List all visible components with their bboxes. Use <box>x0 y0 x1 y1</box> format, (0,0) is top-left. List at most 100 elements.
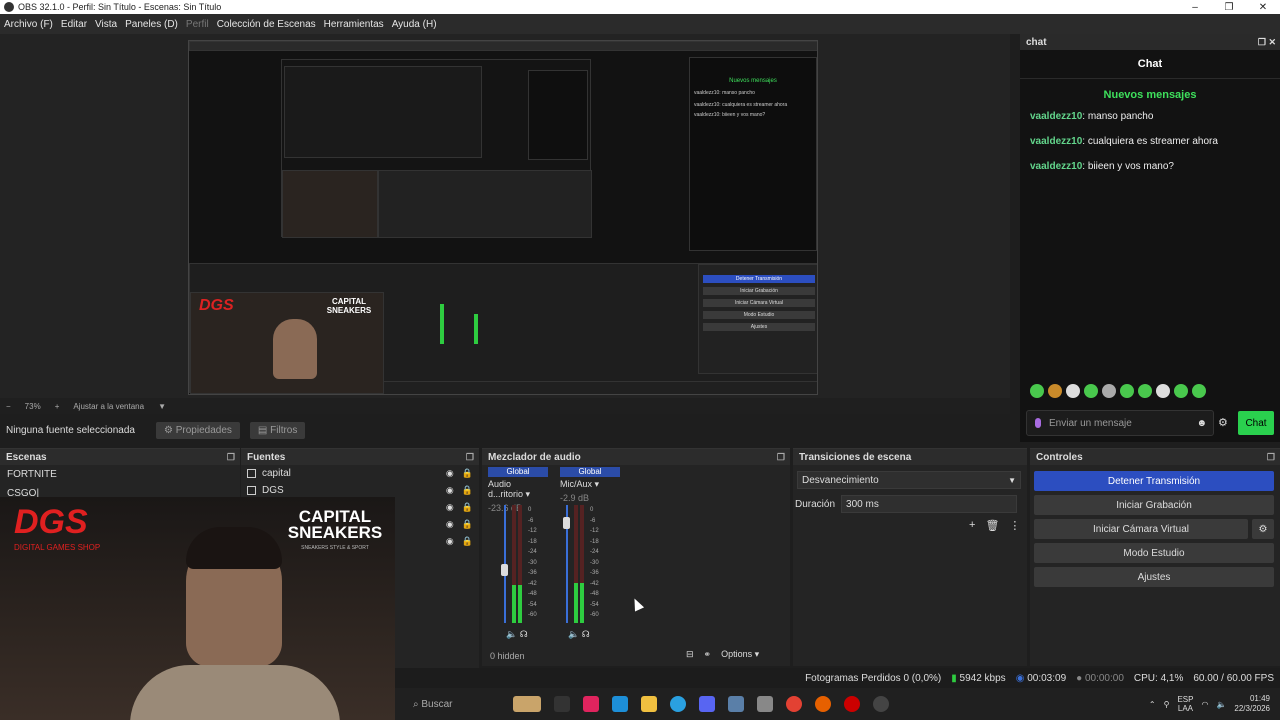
eye-icon[interactable]: ◉ <box>446 485 454 496</box>
chevron-up-icon[interactable]: ⌃ <box>1149 700 1156 709</box>
scale-tick: -42 <box>590 580 599 587</box>
channel-name[interactable]: Mic/Aux ▾ <box>560 479 620 490</box>
tiktok-icon[interactable] <box>583 696 599 712</box>
channel-name[interactable]: Audio d...ritorio ▾ <box>488 479 548 500</box>
layout-icon[interactable]: ⊟ <box>686 649 694 660</box>
menu-vista[interactable]: Vista <box>95 19 117 30</box>
mic-icon[interactable] <box>1035 418 1041 428</box>
edge-icon[interactable] <box>612 696 628 712</box>
options-button[interactable]: Options ▾ <box>721 649 759 660</box>
scale-tick: -60 <box>528 612 537 618</box>
transition-select[interactable]: Desvanecimiento ▼ <box>797 471 1021 489</box>
wifi-icon[interactable]: ◠ <box>1201 700 1208 709</box>
chrome-icon[interactable] <box>786 696 802 712</box>
chat-input[interactable]: Enviar un mensaje ☻ <box>1026 410 1214 436</box>
start-virtual-camera-button[interactable]: Iniciar Cámara Virtual <box>1034 519 1248 539</box>
emote-icon[interactable] <box>1138 384 1152 398</box>
emote-icon[interactable] <box>1030 384 1044 398</box>
dock-float-icon[interactable]: ❐ <box>777 452 785 463</box>
volume-slider-knob[interactable] <box>563 517 570 529</box>
emote-icon[interactable] <box>1192 384 1206 398</box>
task-view-icon[interactable] <box>554 696 570 712</box>
app-icon[interactable] <box>844 696 860 712</box>
dock-float-icon[interactable]: ❐ <box>466 452 474 463</box>
mixer-footer: ⊟ ⚭ Options ▾ <box>686 649 759 660</box>
preview-canvas[interactable]: Nuevos mensajes vaaldezz10: manso pancho… <box>188 40 818 395</box>
signal-icon: ▮ <box>951 672 957 684</box>
dock-float-icon[interactable]: ❐ <box>1267 452 1275 463</box>
emote-icon[interactable] <box>1120 384 1134 398</box>
emote-icon[interactable] <box>1084 384 1098 398</box>
chat-settings-icon[interactable]: ⚙ <box>1218 416 1228 429</box>
trash-icon[interactable]: 🗑 <box>985 519 999 532</box>
clock[interactable]: 01:49 22/3/2026 <box>1234 694 1270 714</box>
lock-icon[interactable]: 🔒 <box>462 468 473 479</box>
duration-input[interactable]: 300 ms <box>841 495 1018 513</box>
new-messages-banner[interactable]: Nuevos mensajes <box>1020 89 1280 101</box>
emote-icon[interactable] <box>1156 384 1170 398</box>
volume-slider-knob[interactable] <box>501 564 508 576</box>
lock-icon[interactable]: 🔒 <box>462 536 473 547</box>
properties-button[interactable]: ⚙ Propiedades <box>156 421 240 439</box>
speaker-icon[interactable]: 🔈 <box>568 629 579 639</box>
close-icon[interactable]: ✕ <box>1246 2 1280 13</box>
lock-icon[interactable]: 🔒 <box>462 502 473 513</box>
maximize-icon[interactable]: ❐ <box>1212 2 1246 13</box>
lock-icon[interactable]: 🔒 <box>462 485 473 496</box>
firefox-icon[interactable] <box>815 696 831 712</box>
menu-herramientas[interactable]: Herramientas <box>324 19 384 30</box>
chat-send-button[interactable]: Chat <box>1238 411 1274 435</box>
link-icon[interactable]: ⚭ <box>704 649 712 660</box>
start-recording-button[interactable]: Iniciar Grabación <box>1034 495 1274 515</box>
volume-icon[interactable]: 🔈 <box>1216 700 1226 709</box>
eye-icon[interactable]: ◉ <box>446 468 454 479</box>
emote-icon[interactable] <box>1066 384 1080 398</box>
menu-archivo[interactable]: Archivo (F) <box>4 19 53 30</box>
menu-coleccion-escenas[interactable]: Colección de Escenas <box>217 19 316 30</box>
minimize-icon[interactable]: – <box>1178 2 1212 13</box>
obs-icon[interactable] <box>873 696 889 712</box>
scene-item[interactable]: FORTNITE <box>0 465 240 484</box>
add-icon[interactable]: + <box>969 519 975 532</box>
emote-icon[interactable] <box>1048 384 1062 398</box>
emote-icon[interactable] <box>1102 384 1116 398</box>
stop-stream-button[interactable]: Detener Transmisión <box>1034 471 1274 491</box>
menu-ayuda[interactable]: Ayuda (H) <box>392 19 437 30</box>
emote-icon[interactable] <box>1174 384 1188 398</box>
zoom-dropdown-icon[interactable]: ▼ <box>158 402 166 411</box>
menu-paneles[interactable]: Paneles (D) <box>125 19 178 30</box>
folder-icon[interactable] <box>641 696 657 712</box>
virtual-camera-settings-icon[interactable]: ⚙ <box>1252 519 1274 539</box>
fit-window-label[interactable]: Ajustar a la ventana <box>73 402 144 411</box>
dock-float-icon[interactable]: ❐ ✕ <box>1258 37 1276 48</box>
more-icon[interactable]: ⋮ <box>1009 519 1020 532</box>
app-icon[interactable] <box>757 696 773 712</box>
location-icon[interactable]: ⚲ <box>1164 700 1170 709</box>
dock-float-icon[interactable]: ❐ <box>227 452 235 463</box>
chat-username[interactable]: vaaldezz10 <box>1030 111 1082 122</box>
lock-icon[interactable]: 🔒 <box>462 519 473 530</box>
zoom-out-button[interactable]: − <box>6 402 11 411</box>
eye-icon[interactable]: ◉ <box>446 536 454 547</box>
headphone-icon[interactable]: ☊ <box>582 629 590 639</box>
preview-area[interactable]: Nuevos mensajes vaaldezz10: manso pancho… <box>0 34 1010 398</box>
chat-username[interactable]: vaaldezz10 <box>1030 161 1082 172</box>
taskbar-search[interactable]: ⌕ Buscar <box>413 699 513 710</box>
headphone-icon[interactable]: ☊ <box>520 629 528 639</box>
eye-icon[interactable]: ◉ <box>446 519 454 530</box>
speaker-icon[interactable]: 🔈 <box>506 629 517 639</box>
studio-mode-button[interactable]: Modo Estudio <box>1034 543 1274 563</box>
discord-icon[interactable] <box>699 696 715 712</box>
zoom-in-button[interactable]: + <box>55 402 60 411</box>
source-item[interactable]: capital ◉ 🔒 <box>241 465 479 482</box>
filters-button[interactable]: ▤ Filtros <box>249 421 306 439</box>
taskbar-widget-icon[interactable] <box>513 696 541 712</box>
language-indicator[interactable]: ESP LAA <box>1177 695 1193 713</box>
eye-icon[interactable]: ◉ <box>446 502 454 513</box>
settings-button[interactable]: Ajustes <box>1034 567 1274 587</box>
emoji-icon[interactable]: ☻ <box>1196 418 1207 429</box>
telegram-icon[interactable] <box>670 696 686 712</box>
menu-editar[interactable]: Editar <box>61 19 87 30</box>
app-icon[interactable] <box>728 696 744 712</box>
chat-username[interactable]: vaaldezz10 <box>1030 136 1082 147</box>
